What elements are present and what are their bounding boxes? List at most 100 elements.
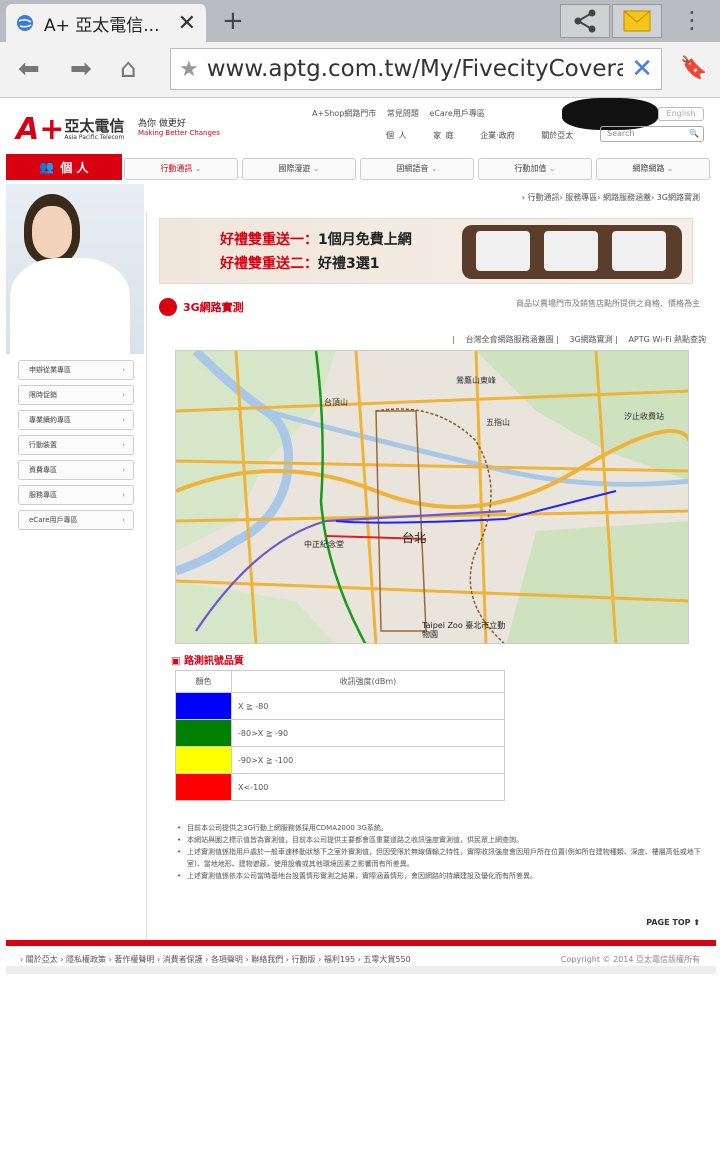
table-header-row: 顏色 收訊強度(dBm) [175,670,505,693]
side-menu-item[interactable]: 服務專區 [18,485,134,505]
coverage-links: | 台灣全會網路服務涵蓋圖 | 3G網路實測 | APTG Wi-Fi 熱點查詢 [452,335,706,344]
subnav-personal[interactable]: 個 人 [386,131,407,140]
arrow-up-icon: ⬆ [693,918,700,927]
logo-mark-icon: A+ [16,112,65,147]
top-link-shop[interactable]: A+Shop網路門市 [312,109,376,118]
list-item: 上述實測值係指用戶處於一般車速移動狀態下之室外實測值，但因受限於無線傳輸之特性，… [177,846,707,870]
strength-label: X<-100 [231,773,505,801]
overflow-menu-icon[interactable]: ⋮ [680,6,704,34]
search-icon[interactable]: 🔍 [689,127,699,141]
map-label-tailing: 台頂山 [324,398,348,407]
subnav-about[interactable]: 關於亞太 [541,131,573,140]
search-placeholder: Search [607,129,635,138]
main-nav-internet[interactable]: 網際網路 [596,158,710,180]
banner-line2-b: 好禮3選1 [318,256,380,272]
search-input[interactable]: Search 🔍 [600,126,704,142]
main-nav-mobile[interactable]: 行動通訊 [124,158,238,180]
section-tab-label: 個 人 [60,160,89,175]
page-top-button[interactable]: PAGE TOP ⬆ [646,918,700,927]
side-menu-item[interactable]: 限時促銷 [18,385,134,405]
side-menu-item[interactable]: 申辦從業專區 [18,360,134,380]
forward-icon[interactable]: ➡ [70,54,92,84]
signal-legend-table: 顏色 收訊強度(dBm) X ≧ -80 -80>X ≧ -90 -90>X ≧… [175,670,505,801]
back-icon[interactable]: ⬅ [18,54,40,84]
share-icon [574,9,596,33]
bookmark-icon[interactable]: 🔖 [680,56,707,81]
side-menu-item[interactable]: 行動裝置 [18,435,134,455]
top-link-ecare[interactable]: eCare用戶專區 [429,109,484,118]
list-item: 本網站與圖之標示值皆為實測值，目前本公司提供主要都會區重要道路之收訊強度實測值，… [177,834,707,846]
footer-link[interactable]: 各項聲明 [211,955,243,964]
title-note: 商品以賣場門市及銷售店點所提供之商格、價格為主 [516,299,700,308]
close-tab-icon[interactable]: ✕ [178,11,196,36]
banner-line2-a: 好禮雙重送二： [220,256,318,272]
url-text[interactable]: www.aptg.com.tw/My/FivecityCoverage.h [207,56,623,82]
col-strength: 收訊強度(dBm) [231,670,505,693]
footer-link[interactable]: 福利195 [324,955,355,964]
map-label-peak: 鶯鷹山東峰 [456,376,496,385]
logo[interactable]: A+ 亞太電信 Asia Pacific Telecom [16,112,124,147]
subnav-business[interactable]: 企業‧政府 [480,131,515,140]
slogan-cn: 為你 做更好 [138,119,186,129]
link-wifi[interactable]: APTG Wi-Fi 熱點查詢 [628,335,706,344]
link-3g-test[interactable]: 3G網路實測 [569,335,612,344]
banner-line1-a: 好禮雙重送一： [220,232,318,248]
new-tab-icon[interactable]: + [222,6,244,36]
strength-label: -90>X ≧ -100 [231,746,505,774]
map-label-wuzhi: 五指山 [486,418,510,427]
star-icon[interactable]: ★ [179,57,199,82]
browser-tab[interactable]: A+ 亞太電信... ✕ [6,4,206,42]
main-nav-fixed[interactable]: 固網語音 [360,158,474,180]
breadcrumb: › 行動通訊› 服務專區› 網路服務涵蓋› 3G網路實測 [521,193,700,202]
subnav-home[interactable]: 家 庭 [433,131,454,140]
title-icon [159,298,177,316]
page-top-label: PAGE TOP [646,918,691,927]
home-icon[interactable]: ⌂ [120,54,137,84]
mail-button[interactable] [612,4,662,38]
map-graphic [176,351,688,643]
side-menu-item[interactable]: eCare用戶專區 [18,510,134,530]
link-coverage-map[interactable]: 台灣全會網路服務涵蓋圖 [466,335,554,344]
top-links: A+Shop網路門市 常見問題 eCare用戶專區 [312,108,493,119]
footer-link[interactable]: 消費者保護 [163,955,203,964]
footer-link[interactable]: 行動版 [292,955,316,964]
color-swatch [175,773,232,801]
strength-label: -80>X ≧ -90 [231,719,505,747]
page-title-text: 3G網路實測 [183,301,244,314]
clear-url-icon[interactable]: ✕ [623,54,661,84]
footer-link[interactable]: 聯絡我們 [251,955,283,964]
web-page: A+ 亞太電信 Asia Pacific Telecom 為你 做更好 Maki… [6,98,716,974]
quality-title: 路測訊號品質 [171,652,244,667]
sub-nav: 個 人 家 庭 企業‧政府 關於亞太 [386,130,595,141]
copyright: Copyright © 2014 亞太電信版權所有 [560,955,700,964]
main-nav: 行動通訊 國際漫遊 固網語音 行動加值 網際網路 [124,158,714,180]
footer-link[interactable]: 隱私權政策 [66,955,106,964]
notes-list: 目前本公司提供之3G行動上網服務係採用CDMA2000 3G系統。 本網站與圖之… [177,822,707,882]
section-tab-personal[interactable]: 👥 個 人 [6,154,122,180]
footer-link[interactable]: 五零大賞550 [363,955,410,964]
side-menu-item[interactable]: 資費專區 [18,460,134,480]
banner-line1-b: 1個月免費上網 [318,232,412,248]
color-swatch [175,719,232,747]
mail-icon [623,10,651,32]
browser-tab-bar: A+ 亞太電信... ✕ + ⋮ [0,0,720,42]
url-field[interactable]: ★ www.aptg.com.tw/My/FivecityCoverage.h … [170,48,662,90]
address-bar: ⬅ ➡ ⌂ ★ www.aptg.com.tw/My/FivecityCover… [0,42,720,98]
promo-banner[interactable]: 好禮雙重送一：1個月免費上網 好禮雙重送二：好禮3選1 [159,218,693,284]
table-row: -80>X ≧ -90 [175,719,505,747]
table-row: -90>X ≧ -100 [175,746,505,774]
map-label-xizhi: 汐止收費站 [624,412,664,421]
footer-link[interactable]: 著作權聲明 [114,955,154,964]
top-link-faq[interactable]: 常見問題 [387,109,419,118]
color-swatch [175,692,232,720]
page-title: 3G網路實測 [159,298,244,316]
share-button[interactable] [560,4,610,38]
footer-link[interactable]: 關於亞太 [26,955,58,964]
map-label-cks: 中正紀念堂 [304,540,344,549]
main-nav-roaming[interactable]: 國際漫遊 [242,158,356,180]
coverage-map[interactable]: 台北 中正紀念堂 Taipei Zoo 臺北市立動物園 汐止收費站 鶯鷹山東峰 … [175,350,689,644]
english-button[interactable]: English [658,107,704,121]
side-menu-item[interactable]: 專業續約專區 [18,410,134,430]
slogan: 為你 做更好 Making Better Changes [138,116,220,137]
main-nav-vas[interactable]: 行動加值 [478,158,592,180]
